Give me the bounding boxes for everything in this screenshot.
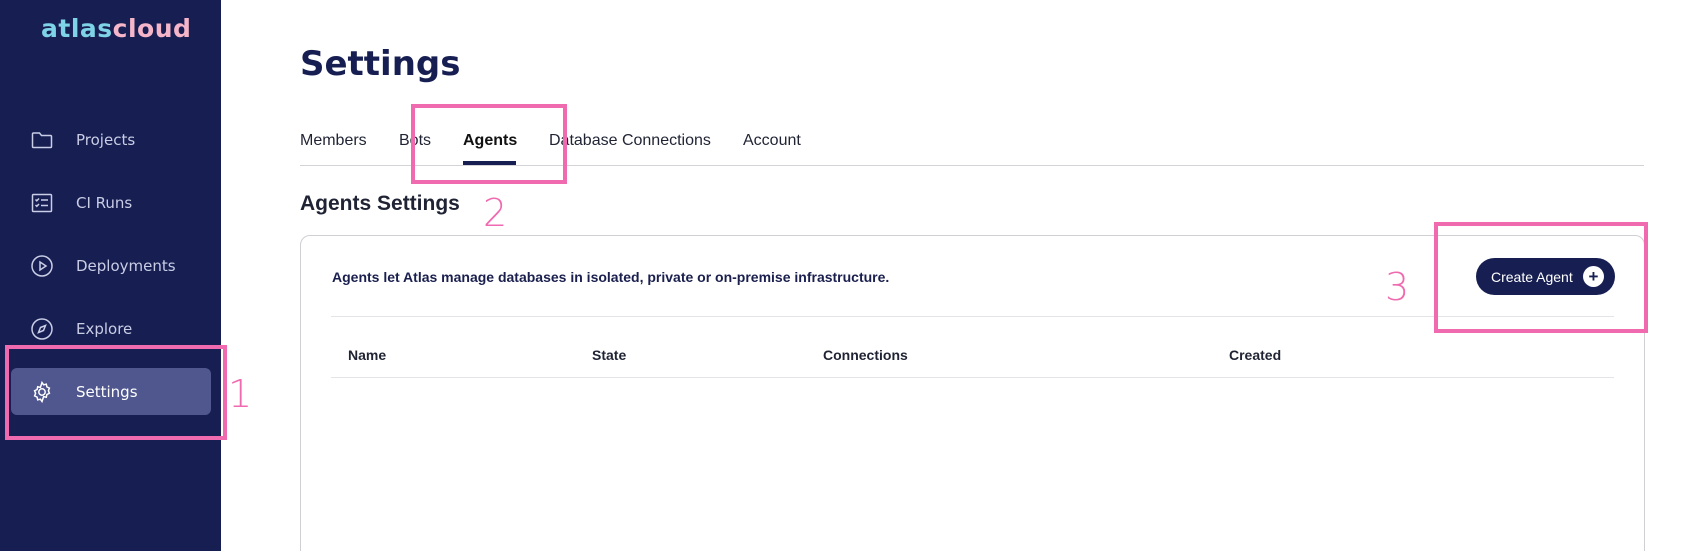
annotation-box-2 [411,104,567,184]
card-divider [331,316,1614,317]
sidebar-item-label: Explore [76,319,133,338]
annotation-number-1: 1 [228,372,253,416]
play-circle-icon [30,254,54,278]
logo-part-atlas: atlas [41,14,113,43]
folder-icon [30,128,54,152]
page-title: Settings [300,44,461,84]
logo-part-cloud: cloud [112,14,192,43]
annotation-number-3: 3 [1385,265,1410,309]
sidebar: atlascloud Projects CI Runs Deployments … [0,0,221,551]
annotation-box-3 [1434,222,1648,333]
column-header-created[interactable]: Created [1229,347,1281,363]
agents-description: Agents let Atlas manage databases in iso… [332,269,890,285]
tab-members[interactable]: Members [300,132,367,150]
checklist-icon [30,191,54,215]
section-title: Agents Settings [300,192,460,215]
column-header-name[interactable]: Name [348,347,386,363]
annotation-number-2: 2 [483,191,508,235]
annotation-box-1 [5,345,227,440]
atlascloud-logo[interactable]: atlascloud [41,14,191,43]
compass-icon [30,317,54,341]
sidebar-item-label: CI Runs [76,193,133,212]
sidebar-item-label: Projects [76,130,136,149]
tab-database-connections[interactable]: Database Connections [549,132,711,150]
agents-table-header: Name State Connections Created [331,331,1614,378]
column-header-connections[interactable]: Connections [823,347,908,363]
column-header-state[interactable]: State [592,347,626,363]
tab-account[interactable]: Account [743,132,801,150]
sidebar-item-label: Deployments [76,256,176,275]
sidebar-item-ci-runs[interactable]: CI Runs [11,179,211,226]
sidebar-item-deployments[interactable]: Deployments [11,242,211,289]
sidebar-item-projects[interactable]: Projects [11,116,211,163]
